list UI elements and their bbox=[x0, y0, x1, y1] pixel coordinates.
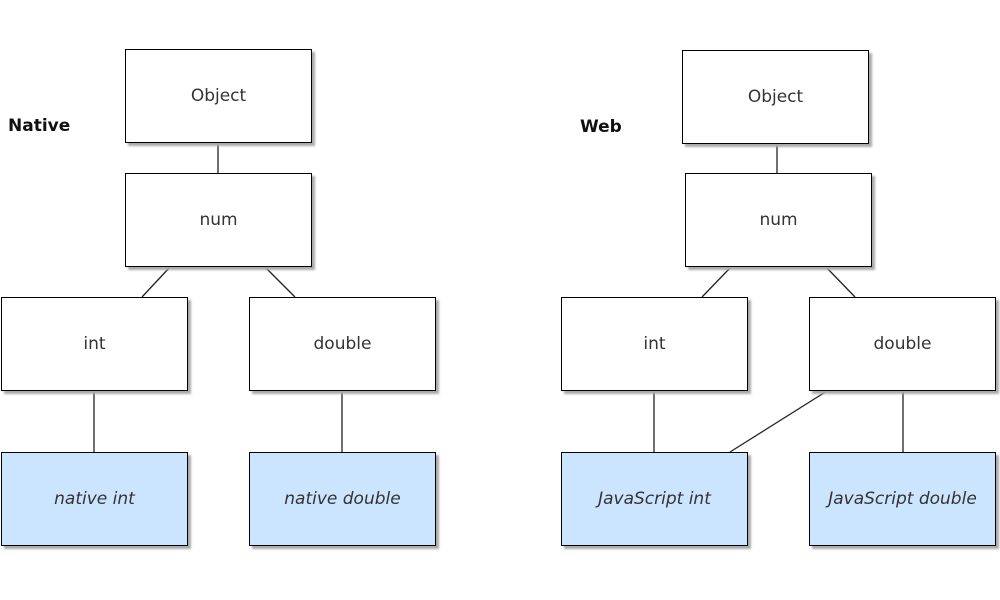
web-int-impl-node: JavaScript int bbox=[561, 452, 748, 546]
native-int-node: int bbox=[1, 297, 188, 391]
native-double-node: double bbox=[249, 297, 436, 391]
native-int-impl-node: native int bbox=[1, 452, 188, 546]
web-double-impl-node: JavaScript double bbox=[809, 452, 996, 546]
web-object-node: Object bbox=[682, 50, 869, 144]
web-num-node: num bbox=[685, 173, 872, 267]
native-num-node: num bbox=[125, 173, 312, 267]
native-title: Native bbox=[8, 116, 71, 136]
native-double-impl-node: native double bbox=[249, 452, 436, 546]
edge-web-double-int-impl bbox=[729, 390, 828, 453]
edge-native-num-int bbox=[141, 266, 171, 298]
web-title: Web bbox=[580, 117, 622, 137]
edge-native-num-double bbox=[264, 266, 296, 298]
web-double-node: double bbox=[809, 297, 996, 391]
edge-web-num-double bbox=[825, 266, 856, 298]
native-object-node: Object bbox=[125, 49, 312, 143]
edge-web-num-int bbox=[701, 266, 732, 298]
web-int-node: int bbox=[561, 297, 748, 391]
